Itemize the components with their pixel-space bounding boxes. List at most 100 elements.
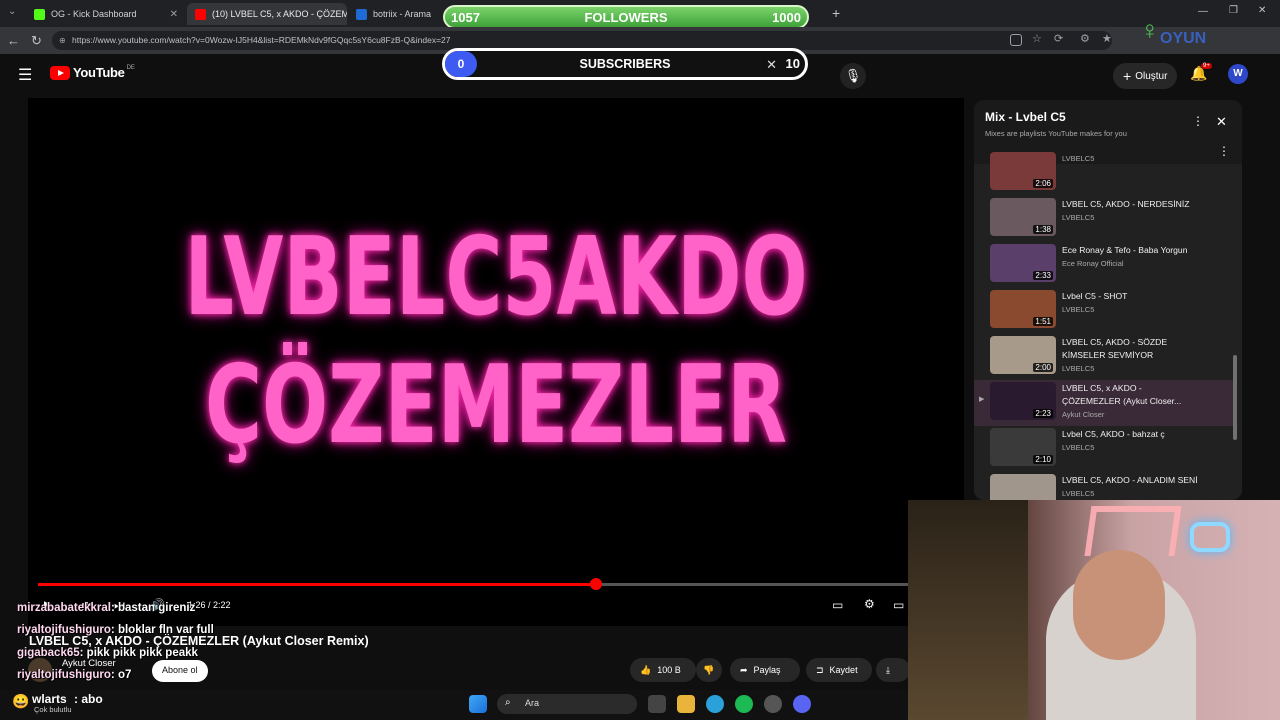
windows-start-icon[interactable] bbox=[469, 695, 487, 713]
tab-kick-dashboard[interactable]: OG - Kick Dashboard ✕ bbox=[26, 3, 186, 25]
playlist-item[interactable]: 1:51 Lvbel C5 - SHOT LVBELC5 bbox=[974, 288, 1236, 334]
create-label: Oluştur bbox=[1135, 70, 1168, 82]
chat-emote-icon: 😀 bbox=[12, 693, 30, 709]
progress-scrubber[interactable] bbox=[590, 578, 603, 590]
region-code: DE bbox=[126, 65, 135, 71]
weather-text: Çok bulutlu bbox=[34, 705, 72, 714]
youtube-logo[interactable]: YouTube DE bbox=[50, 65, 135, 80]
chat-user: riyaltojifushiguro bbox=[17, 624, 111, 636]
bookmark-icon: ⊐ bbox=[816, 664, 824, 675]
wardrobe-background bbox=[908, 500, 1028, 720]
plus-icon: + bbox=[1123, 68, 1132, 84]
video-neon-title-line1: LVBELC5AKDO bbox=[184, 215, 808, 340]
chat-text: : bloklar fln var full bbox=[110, 624, 214, 636]
duration-badge: 2:06 bbox=[1033, 179, 1053, 188]
chat-message: riyaltojifushiguro: bloklar fln var full bbox=[17, 624, 214, 636]
obs-icon[interactable] bbox=[764, 695, 782, 713]
webcam-feed bbox=[908, 500, 1280, 720]
playlist-thumbnail: 2:33 bbox=[990, 244, 1056, 282]
playlist-item-title: LVBEL C5, AKDO - SÖZDE KİMSELER SEVMİYOR bbox=[1062, 337, 1168, 360]
miniplayer-icon[interactable]: ▭ bbox=[893, 598, 904, 612]
playlist-item-channel: Ece Ronay Official bbox=[1062, 259, 1124, 268]
share-button[interactable]: ➦ Paylaş bbox=[730, 658, 800, 682]
close-panel-icon[interactable]: ✕ bbox=[1216, 114, 1227, 130]
maximize-icon[interactable]: ❐ bbox=[1229, 5, 1238, 16]
playlist-item[interactable]: 2:00 LVBEL C5, AKDO - SÖZDE KİMSELER SEVM… bbox=[974, 334, 1236, 380]
discord-icon[interactable] bbox=[793, 695, 811, 713]
chat-message: gigaback65: pikk pikk pikk peakk bbox=[17, 647, 198, 659]
channel-name[interactable]: Aykut Closer bbox=[62, 658, 116, 669]
like-button[interactable]: 👍 100 B bbox=[630, 658, 696, 682]
edge-icon[interactable] bbox=[706, 695, 724, 713]
playlist-item-title: Ece Ronay & Tefo - Baba Yorgun bbox=[1062, 245, 1188, 255]
progress-fill bbox=[38, 583, 597, 586]
subscribe-button[interactable]: Abone ol bbox=[152, 660, 208, 682]
close-icon[interactable]: ✕ bbox=[164, 9, 178, 20]
chat-message: riyaltojifushiguro: o7 bbox=[17, 669, 131, 681]
now-playing-icon: ▶ bbox=[979, 396, 985, 403]
duration-badge: 2:10 bbox=[1033, 455, 1053, 464]
subtitles-icon[interactable]: ▭ bbox=[832, 598, 843, 612]
save-label: Kaydet bbox=[829, 665, 858, 675]
puzzle-icon[interactable]: ⚙ bbox=[1080, 32, 1090, 45]
playlist-thumbnail: 2:17 bbox=[990, 474, 1056, 500]
subscribers-goal: 10 bbox=[785, 56, 800, 71]
playlist-thumbnail: 1:38 bbox=[990, 198, 1056, 236]
tab-youtube-video[interactable]: (10) LVBEL C5, x AKDO - ÇÖZEMEZ ✕ bbox=[187, 3, 347, 25]
minimize-icon[interactable]: — bbox=[1198, 6, 1208, 17]
playlist-item-title: LVBEL C5, AKDO - NERDESİNİZ bbox=[1062, 199, 1190, 209]
back-icon[interactable]: ← bbox=[7, 33, 20, 48]
favorites-icon[interactable]: ★ bbox=[1102, 32, 1112, 45]
save-button[interactable]: ⊐ Kaydet bbox=[806, 658, 872, 682]
search-clear-icon[interactable]: ✕ bbox=[766, 57, 777, 73]
chat-user: gigaback65 bbox=[17, 647, 80, 659]
playlist-scrollbar[interactable] bbox=[1233, 355, 1237, 440]
task-view-icon[interactable] bbox=[648, 695, 666, 713]
playlist-thumbnail: 2:23 bbox=[990, 382, 1056, 420]
subscribers-label: SUBSCRIBERS bbox=[579, 57, 671, 71]
chat-text: : bastan gireniz bbox=[110, 602, 196, 614]
playlist-item-title: Lvbel C5 - SHOT bbox=[1062, 291, 1128, 301]
tab-label: botriix - Arama bbox=[373, 9, 432, 19]
refresh-ext-icon[interactable]: ⟳ bbox=[1054, 32, 1063, 45]
mic-icon[interactable]: 🎙 bbox=[840, 63, 866, 89]
playlist-item[interactable]: 2:10 Lvbel C5, AKDO - bahzat ç LVBELC5 bbox=[974, 426, 1236, 472]
taskbar-search[interactable]: Ara bbox=[497, 694, 637, 714]
menu-icon[interactable]: ☰ bbox=[18, 65, 32, 85]
playlist-item[interactable]: ▶ 2:23 LVBEL C5, x AKDO - ÇÖZEMEZLER (Ayku… bbox=[974, 380, 1236, 426]
avatar[interactable]: W bbox=[1228, 64, 1248, 84]
tab-label: OG - Kick Dashboard bbox=[51, 9, 137, 19]
site-info-icon[interactable]: ⊕ bbox=[59, 36, 66, 45]
playlist-item-channel: LVBELC5 bbox=[1062, 154, 1095, 163]
share-label: Paylaş bbox=[753, 665, 781, 675]
chat-message: mirzababatekkral: bastan gireniz bbox=[17, 602, 195, 614]
playlist-item-channel: LVBELC5 bbox=[1062, 213, 1095, 222]
more-options-icon[interactable]: ⋮ bbox=[1192, 114, 1204, 128]
video-player[interactable]: LVBELC5AKDO ÇÖZEMEZLER bbox=[28, 98, 964, 626]
star-icon[interactable]: ☆ bbox=[1032, 32, 1042, 45]
new-tab-button[interactable]: + bbox=[832, 5, 840, 21]
playlist-item[interactable]: 2:06 LVBELC5 bbox=[974, 150, 1236, 196]
settings-icon[interactable]: ⚙ bbox=[864, 597, 875, 611]
playlist-item[interactable]: 1:38 LVBEL C5, AKDO - NERDESİNİZ LVBELC5 bbox=[974, 196, 1236, 242]
extension-icon[interactable] bbox=[1010, 34, 1022, 46]
dislike-button[interactable]: 👎 bbox=[696, 658, 722, 682]
tab-search-icon[interactable]: ⌄ bbox=[8, 6, 16, 17]
neon-sign-light bbox=[1084, 506, 1182, 556]
spotify-icon[interactable] bbox=[735, 695, 753, 713]
download-button[interactable]: ⤓ bbox=[876, 658, 910, 682]
video-progress-bar[interactable] bbox=[38, 578, 910, 590]
video-title: LVBEL C5, x AKDO - ÇÖZEMEZLER (Aykut Clo… bbox=[29, 634, 369, 648]
playlist-item[interactable]: 2:17 LVBEL C5, AKDO - ANLADIM SENİ LVBELC5 bbox=[974, 472, 1236, 500]
share-icon: ➦ bbox=[740, 664, 748, 675]
playlist-item-title: Lvbel C5, AKDO - bahzat ç bbox=[1062, 429, 1165, 439]
reload-icon[interactable]: ↻ bbox=[31, 33, 42, 49]
file-explorer-icon[interactable] bbox=[677, 695, 695, 713]
tab-botriix-search[interactable]: botriix - Arama bbox=[348, 3, 438, 25]
playlist-item[interactable]: 2:33 Ece Ronay & Tefo - Baba Yorgun Ece Ro… bbox=[974, 242, 1236, 288]
window-close-icon[interactable]: ✕ bbox=[1258, 5, 1266, 16]
bottom-chat-message: : abo bbox=[74, 692, 103, 706]
neon-controller-light bbox=[1190, 522, 1230, 552]
create-button[interactable]: + Oluştur bbox=[1113, 63, 1178, 89]
duration-badge: 1:38 bbox=[1033, 225, 1053, 234]
